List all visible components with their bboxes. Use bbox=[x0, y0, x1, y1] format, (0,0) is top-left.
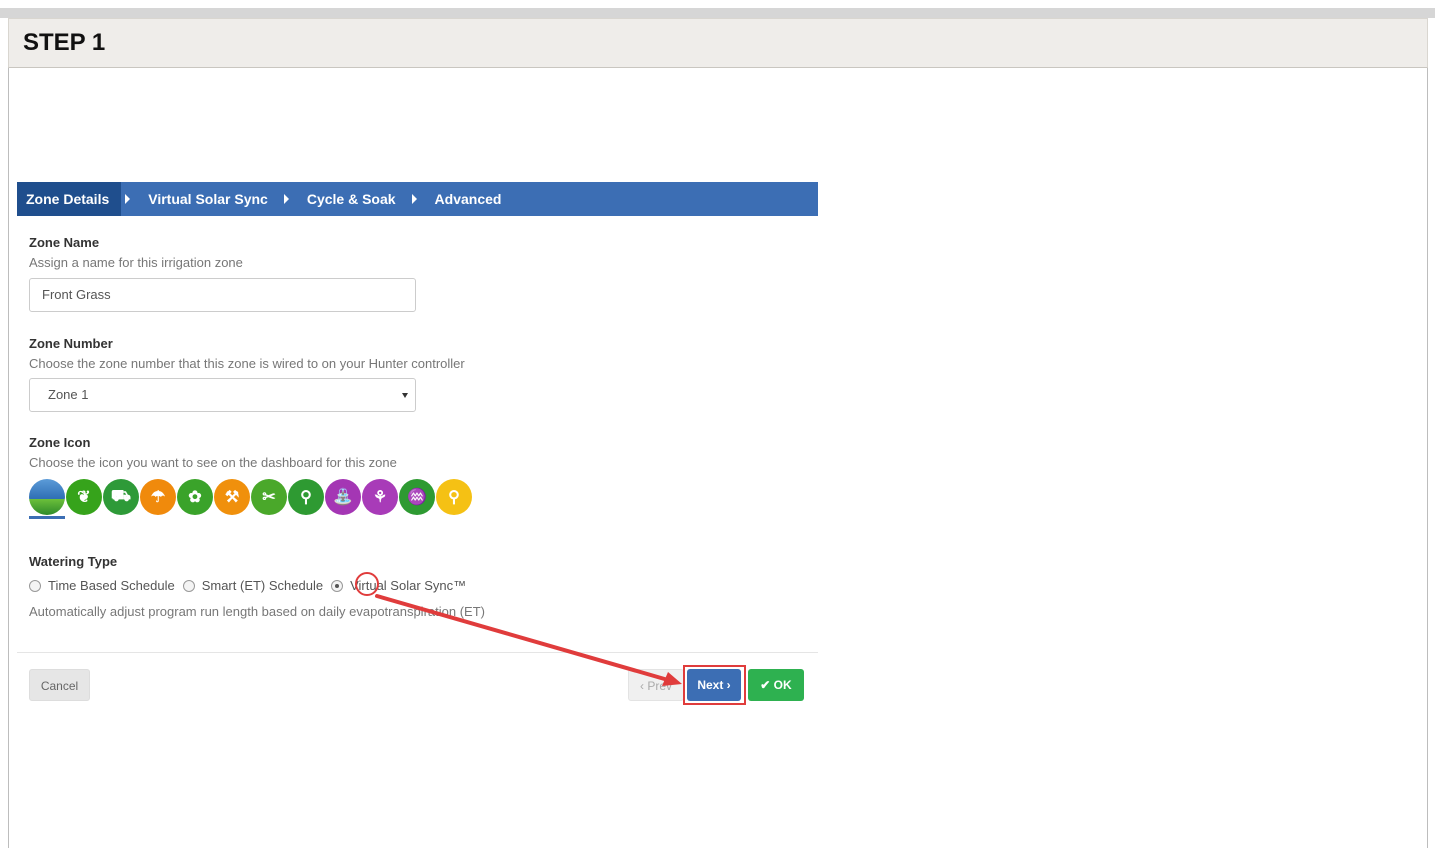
annotation-highlight-circle bbox=[355, 572, 379, 596]
rake-icon[interactable]: ⚒ bbox=[214, 479, 250, 515]
zone-number-title: Zone Number bbox=[29, 336, 113, 351]
flower-icon[interactable]: ✿ bbox=[177, 479, 213, 515]
watering-type-description: Automatically adjust program run length … bbox=[29, 604, 485, 619]
radio-time-based[interactable] bbox=[29, 579, 41, 592]
zone-name-title: Zone Name bbox=[29, 235, 100, 250]
tab-separator-icon bbox=[411, 194, 417, 204]
zone-icon-picker: ❦ ⛟ ☂ ✿ ⚒ ✂ ⚲ ⛲ ⚘ ♒ ⚲ bbox=[29, 479, 473, 515]
leaf-icon[interactable]: ❦ bbox=[66, 479, 102, 515]
tab-separator-icon bbox=[283, 194, 289, 204]
grass-icon[interactable]: ♒ bbox=[399, 479, 435, 515]
sprout-icon[interactable]: ⚘ bbox=[362, 479, 398, 515]
radio-virtual-solar-sync[interactable] bbox=[331, 579, 344, 592]
tab-advanced[interactable]: Advanced bbox=[427, 182, 514, 216]
zone-icon-title: Zone Icon bbox=[29, 435, 91, 450]
shears-icon[interactable]: ✂ bbox=[251, 479, 287, 515]
watering-type-title: Watering Type bbox=[29, 554, 118, 569]
ok-button[interactable]: ✔ OK bbox=[748, 669, 804, 701]
tree-icon[interactable]: ⚲ bbox=[436, 479, 472, 515]
watering-can-icon[interactable]: ☂ bbox=[140, 479, 176, 515]
prev-button[interactable]: ‹ Prev bbox=[628, 669, 684, 701]
sprayer-icon[interactable]: ⛲ bbox=[325, 479, 361, 515]
step-header: STEP 1 bbox=[8, 18, 1428, 68]
zone-name-description: Assign a name for this irrigation zone bbox=[29, 255, 243, 270]
zone-number-description: Choose the zone number that this zone is… bbox=[29, 356, 465, 371]
caret-down-icon bbox=[402, 393, 408, 398]
cancel-button[interactable]: Cancel bbox=[29, 669, 90, 701]
zone-number-value: Zone 1 bbox=[48, 387, 89, 402]
top-bar bbox=[0, 8, 1435, 18]
tab-separator-icon bbox=[125, 194, 131, 204]
zone-name-input[interactable]: Front Grass bbox=[29, 278, 416, 312]
shovel-icon[interactable]: ⚲ bbox=[288, 479, 324, 515]
tab-zone-details[interactable]: Zone Details bbox=[17, 182, 122, 216]
zone-icon-description: Choose the icon you want to see on the d… bbox=[29, 455, 397, 470]
lawn-icon[interactable] bbox=[29, 479, 65, 515]
tab-cycle-soak[interactable]: Cycle & Soak bbox=[299, 182, 408, 216]
tab-virtual-solar-sync[interactable]: Virtual Solar Sync bbox=[140, 182, 280, 216]
radio-smart-et-label[interactable]: Smart (ET) Schedule bbox=[202, 578, 323, 593]
radio-time-based-label[interactable]: Time Based Schedule bbox=[48, 578, 175, 593]
selected-icon-indicator bbox=[29, 516, 65, 519]
wheelbarrow-icon[interactable]: ⛟ bbox=[103, 479, 139, 515]
footer-divider bbox=[17, 652, 818, 653]
step-title: STEP 1 bbox=[23, 29, 106, 56]
zone-number-select[interactable]: Zone 1 bbox=[29, 378, 416, 412]
tab-bar: Zone Details Virtual Solar Sync Cycle & … bbox=[17, 182, 818, 216]
radio-smart-et[interactable] bbox=[182, 579, 195, 592]
watering-type-options: Time Based Schedule Smart (ET) Schedule … bbox=[29, 578, 474, 593]
annotation-highlight-box bbox=[683, 665, 746, 705]
wizard-tabs: Zone Details Virtual Solar Sync Cycle & … bbox=[17, 182, 818, 216]
